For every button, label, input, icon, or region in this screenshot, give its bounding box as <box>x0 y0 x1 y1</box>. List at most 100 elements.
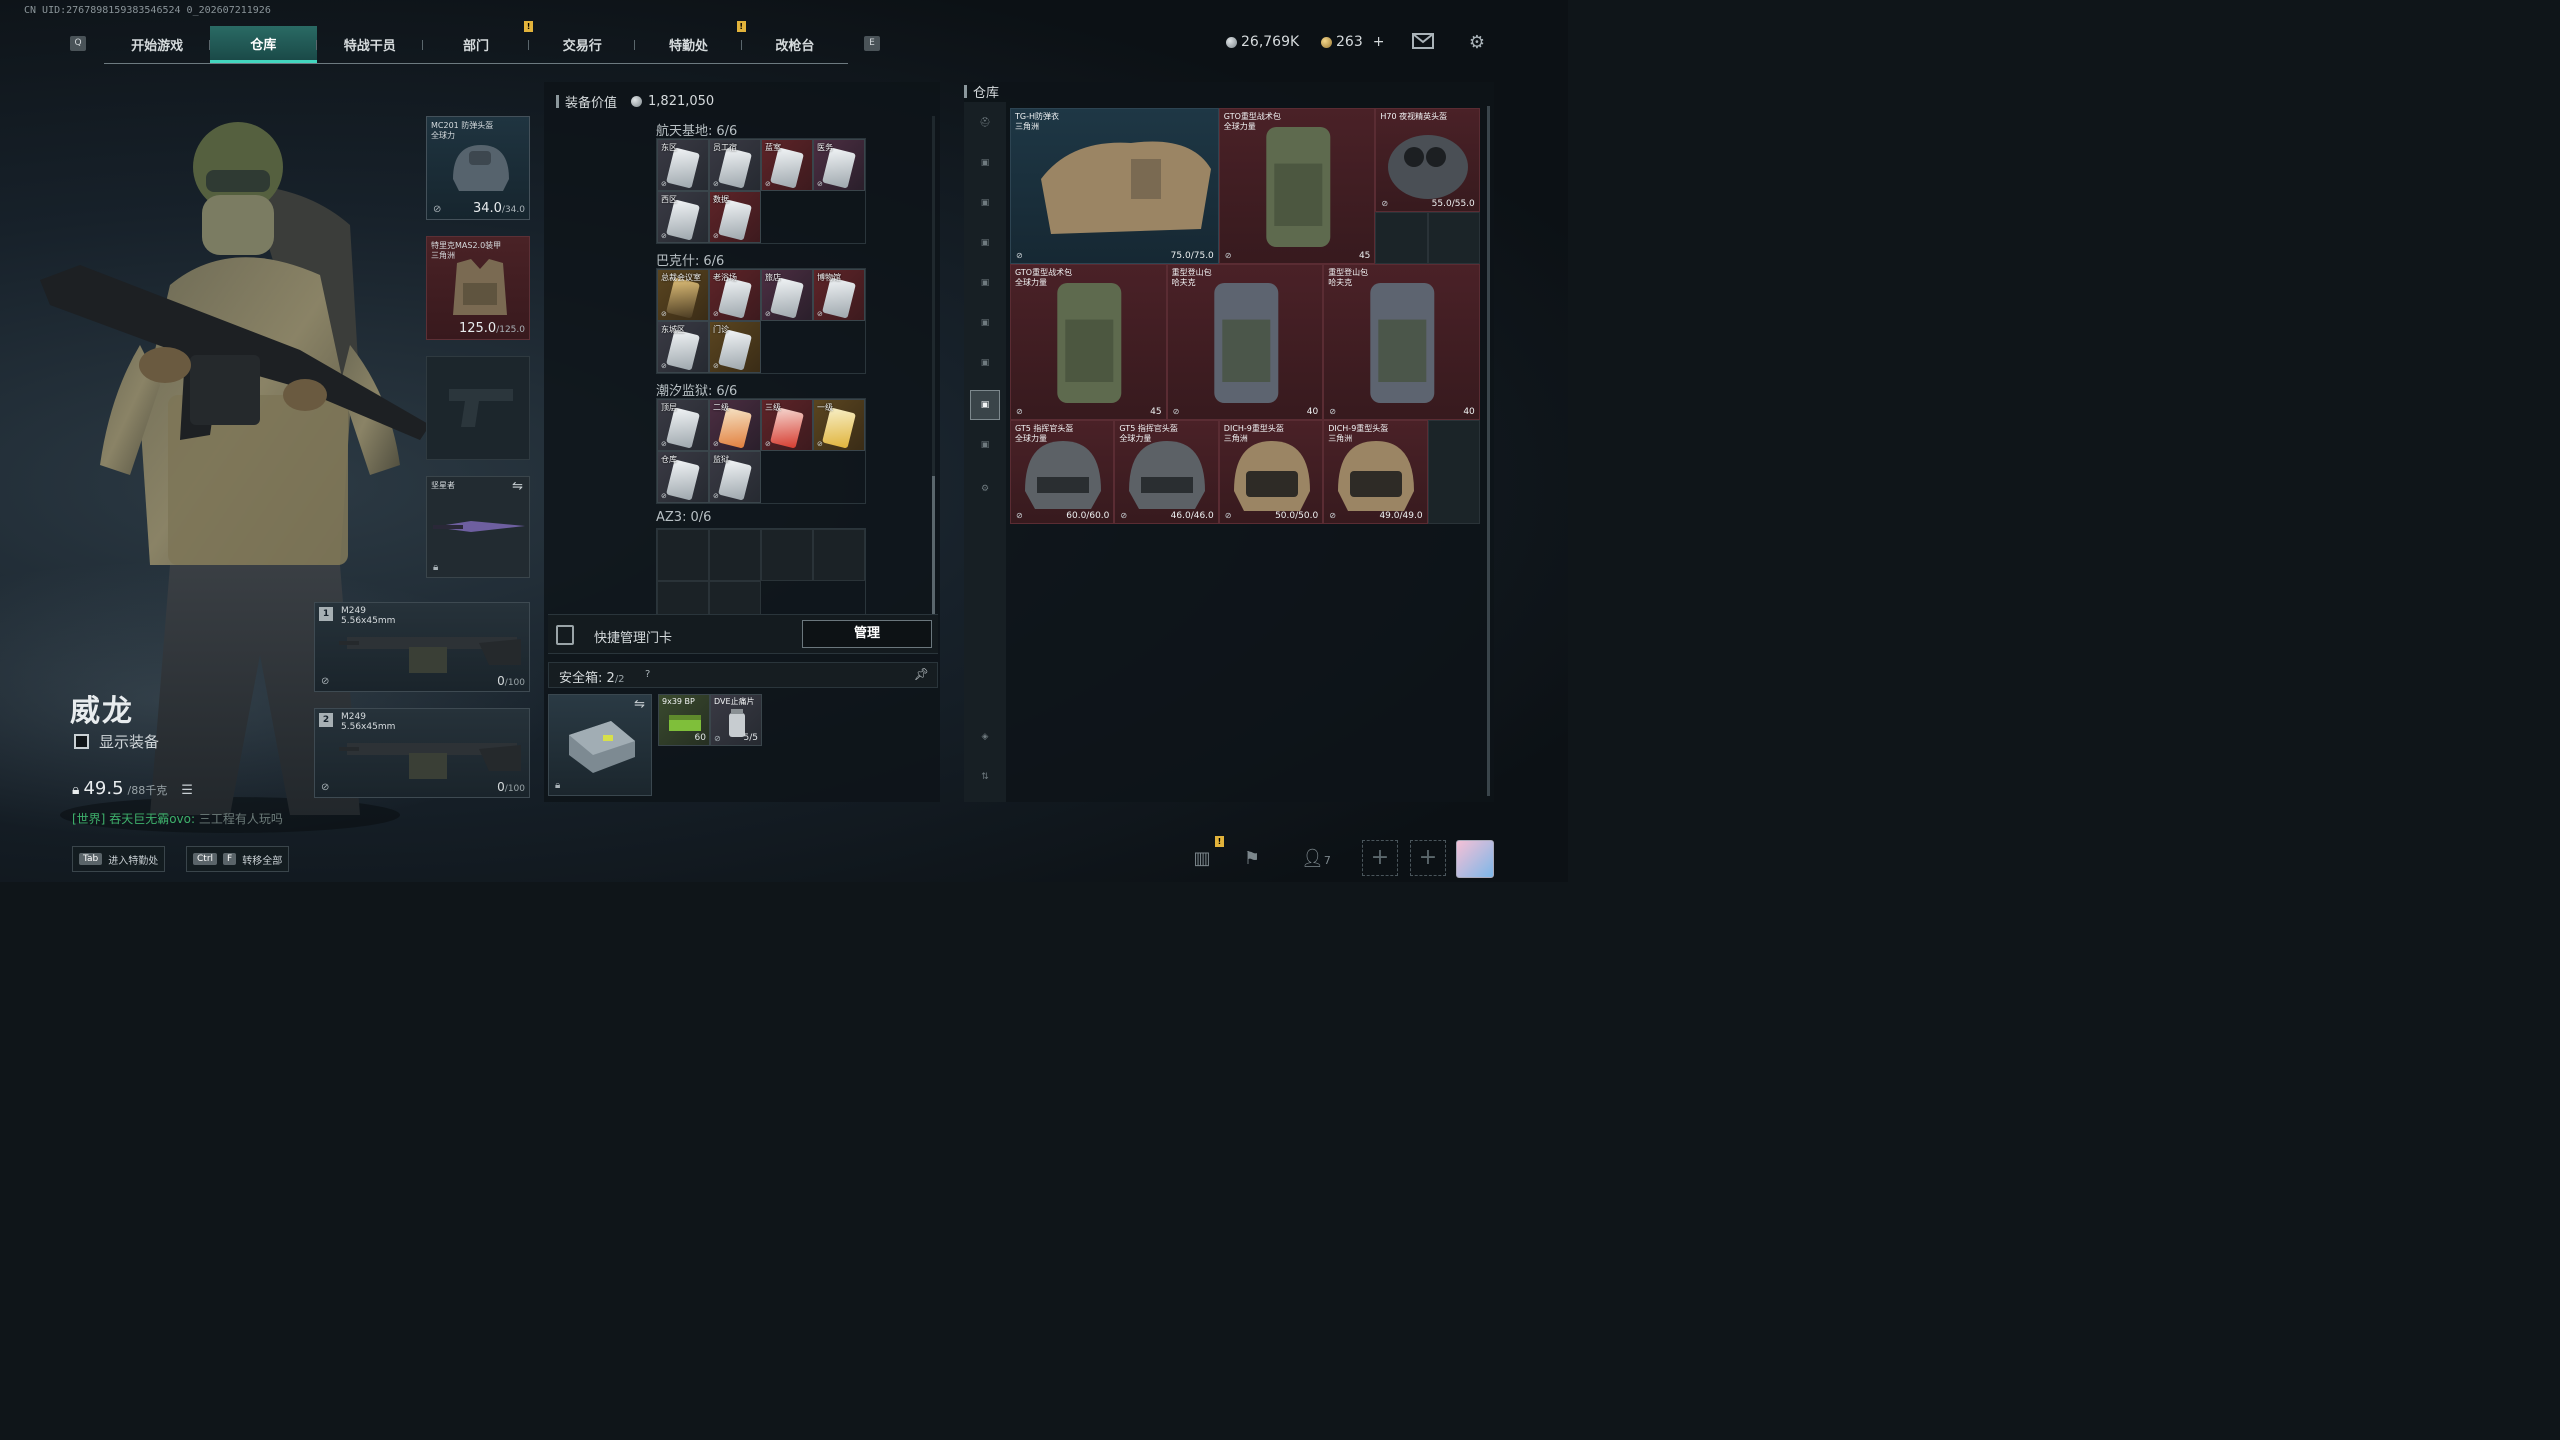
empty-slot[interactable] <box>1427 212 1480 264</box>
warehouse-item[interactable]: H70 夜视精英头盔 ⊘ 55.0/55.0 <box>1375 108 1480 212</box>
keycard-item[interactable]: 数据 ⊘ <box>709 191 761 243</box>
warehouse-tab-1-icon[interactable]: ▣ <box>970 148 1000 178</box>
keycard-item[interactable]: 医务 ⊘ <box>813 139 865 191</box>
empty-slot[interactable] <box>709 529 761 581</box>
helmet-slot[interactable]: MC201 防弹头盔 全球力 ⊘ 34.0/34.0 <box>426 116 530 220</box>
secondary-weapon-slot[interactable]: 2 M249 5.56x45mm ⊘ 0/100 <box>314 708 530 798</box>
gold-add-button[interactable]: + <box>1373 34 1385 50</box>
pin-icon[interactable]: 📌︎ <box>914 667 929 681</box>
show-equipment-toggle[interactable]: 显示装备 <box>74 731 159 752</box>
keycard-item[interactable]: 西区 ⊘ <box>657 191 709 243</box>
stats-icon[interactable]: ▥ <box>1182 844 1222 874</box>
operator-name: 威龙 <box>70 694 134 729</box>
tab-4[interactable]: 交易行 <box>529 26 636 63</box>
keycard-item[interactable]: 一级 ⊘ <box>813 399 865 451</box>
safe-case-icon <box>569 721 635 773</box>
armor-slot[interactable]: 特里克MAS2.0装甲 三角洲 125.0/125.0 <box>426 236 530 340</box>
keycard-item[interactable]: 旅店 ⊘ <box>761 269 813 321</box>
item-sub: 三角洲 <box>1328 434 1353 443</box>
keycard-group-title: AZ3: 0/6 <box>656 510 711 525</box>
warehouse-item[interactable]: 重型登山包 哈夫克 ⊘ 40 <box>1323 264 1480 420</box>
help-icon[interactable]: ? <box>645 669 650 680</box>
pistol-slot[interactable] <box>426 356 530 460</box>
nav-key-q[interactable]: Q <box>70 36 86 51</box>
warehouse-tab-5-icon[interactable]: ▣ <box>970 308 1000 338</box>
empty-slot[interactable] <box>1427 420 1480 524</box>
empty-slot[interactable] <box>761 529 813 581</box>
scrollbar[interactable] <box>932 116 935 616</box>
keycard-item[interactable]: 仓库 ⊘ <box>657 451 709 503</box>
friends-button[interactable]: 👤︎7 <box>1294 844 1338 874</box>
keycard-item[interactable]: 门诊 ⊘ <box>709 321 761 373</box>
keycard-item[interactable]: 员工宿 ⊘ <box>709 139 761 191</box>
warehouse-tab-7-icon[interactable]: ▣ <box>970 430 1000 460</box>
keycard-item[interactable]: 东区 ⊘ <box>657 139 709 191</box>
warehouse-tab-2-icon[interactable]: ▣ <box>970 188 1000 218</box>
warehouse-tab-3-icon[interactable]: ▣ <box>970 228 1000 258</box>
friends-count: 7 <box>1323 854 1331 867</box>
manage-button[interactable]: 管理 <box>802 620 932 648</box>
scrollbar-thumb[interactable] <box>932 476 935 616</box>
item-sub: 全球力量 <box>1015 278 1047 287</box>
item-title: DICH-9重型头盔 三角洲 <box>1328 424 1388 444</box>
safe-box-slot[interactable]: ⇋ 🔒︎ <box>548 694 652 796</box>
add-party-slot-1[interactable]: + <box>1362 840 1398 876</box>
keycard-item[interactable]: 总裁会议室 ⊘ <box>657 269 709 321</box>
layers-icon[interactable]: ◈ <box>970 722 1000 752</box>
empty-slot[interactable] <box>657 529 709 581</box>
warehouse-item[interactable]: TG-H防弹衣 三角洲 ⊘ 75.0/75.0 <box>1010 108 1219 264</box>
keycard-item[interactable]: 蓝室 ⊘ <box>761 139 813 191</box>
chat-line[interactable]: [世界] 吞天巨无霸ovo: 三工程有人玩吗 <box>72 810 283 827</box>
safe-item-painkiller[interactable]: DVE止痛片 ⊘ 5/5 <box>710 694 762 746</box>
keycard-item[interactable]: 东城区 ⊘ <box>657 321 709 373</box>
swap-icon[interactable]: ⇋ <box>512 479 523 494</box>
sort-icon[interactable]: ⇅ <box>970 762 1000 792</box>
warehouse-item[interactable]: GT5 指挥官头盔 全球力量 ⊘ 60.0/60.0 <box>1010 420 1115 524</box>
warehouse-tab-4-icon[interactable]: ▣ <box>970 268 1000 298</box>
tab-2[interactable]: 特战干员 <box>317 26 423 63</box>
empty-slot[interactable] <box>813 529 865 581</box>
keycard-label: 蓝室 <box>765 143 781 152</box>
tab-0[interactable]: 开始游戏 <box>104 26 211 63</box>
chat-message: 三工程有人玩吗 <box>198 812 283 826</box>
transfer-all-hint[interactable]: Ctrl F 转移全部 <box>186 846 290 872</box>
enter-special-ops-hint[interactable]: Tab 进入特勤处 <box>72 846 166 872</box>
tab-6[interactable]: 改枪台 <box>742 26 848 63</box>
warehouse-settings-icon[interactable]: ⚙ <box>970 474 1000 504</box>
warehouse-item[interactable]: GT5 指挥官头盔 全球力量 ⊘ 46.0/46.0 <box>1114 420 1219 524</box>
tab-1[interactable]: 仓库 <box>210 26 317 63</box>
warehouse-item[interactable]: DICH-9重型头盔 三角洲 ⊘ 50.0/50.0 <box>1218 420 1324 524</box>
warehouse-tab-6-icon[interactable]: ▣ <box>970 348 1000 378</box>
keycard-item[interactable]: 博物馆 ⊘ <box>813 269 865 321</box>
swap-icon[interactable]: ⇋ <box>634 697 645 712</box>
warehouse-item[interactable]: GTO重型战术包 全球力量 ⊘ 45 <box>1010 264 1167 420</box>
no-insure-icon: ⊘ <box>714 734 721 743</box>
warehouse-scrollbar[interactable] <box>1487 106 1490 796</box>
list-icon[interactable]: ☰ <box>181 783 193 798</box>
flag-icon[interactable]: ⚑ <box>1232 844 1272 874</box>
warehouse-item[interactable]: GTO重型战术包 全球力量 ⊘ 45 <box>1218 108 1376 264</box>
keycard-item[interactable]: 监狱 ⊘ <box>709 451 761 503</box>
add-party-slot-2[interactable]: + <box>1410 840 1446 876</box>
keycard-item[interactable]: 三级 ⊘ <box>761 399 813 451</box>
tab-label: 特勤处 <box>669 39 709 54</box>
avatar[interactable] <box>1456 840 1494 878</box>
keycard-item[interactable]: 老浴场 ⊘ <box>709 269 761 321</box>
safe-item-ammo[interactable]: 9x39 BP 60 <box>658 694 710 746</box>
melee-slot[interactable]: 坚星者 ⇋ 🔒︎ <box>426 476 530 578</box>
primary-weapon-slot[interactable]: 1 M249 5.56x45mm ⊘ 0/100 <box>314 602 530 692</box>
warehouse-tab-helmet-icon[interactable]: ⛑ <box>970 108 1000 138</box>
checkbox[interactable] <box>74 734 89 749</box>
mail-icon[interactable] <box>1412 33 1434 53</box>
nav-key-e[interactable]: E <box>864 36 880 51</box>
warehouse-item[interactable]: DICH-9重型头盔 三角洲 ⊘ 49.0/49.0 <box>1323 420 1428 524</box>
keycard-item[interactable]: 顶层 ⊘ <box>657 399 709 451</box>
warehouse-tab-active-icon[interactable]: ▣ <box>970 390 1000 420</box>
keycard-item[interactable]: 二级 ⊘ <box>709 399 761 451</box>
gear-icon[interactable]: ⚙ <box>1466 33 1488 53</box>
tab-5[interactable]: 特勤处! <box>635 21 746 63</box>
tab-3[interactable]: 部门! <box>423 21 534 63</box>
header-bar <box>964 85 967 98</box>
empty-slot[interactable] <box>1375 212 1428 264</box>
warehouse-item[interactable]: 重型登山包 哈夫克 ⊘ 40 <box>1166 264 1324 420</box>
